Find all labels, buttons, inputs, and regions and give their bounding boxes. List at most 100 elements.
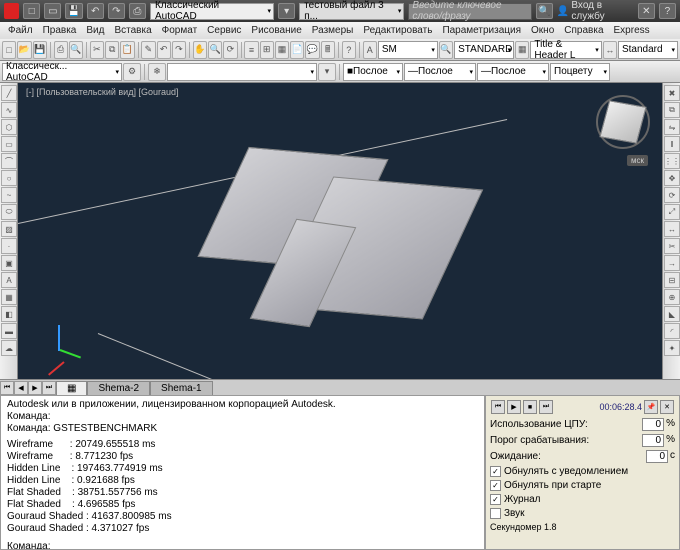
table-icon[interactable]: ▦ bbox=[1, 289, 17, 305]
tab-shema2[interactable]: Shema-2 bbox=[87, 381, 150, 395]
dimstyle-dropdown[interactable]: Standard bbox=[618, 41, 678, 59]
tab-next-icon[interactable]: ▶ bbox=[28, 381, 42, 395]
play-icon[interactable]: ▶ bbox=[507, 400, 521, 414]
tb-find[interactable]: 🔍 bbox=[439, 41, 453, 59]
ellipse-icon[interactable]: ⬭ bbox=[1, 204, 17, 220]
tab-prev-icon[interactable]: ◀ bbox=[14, 381, 28, 395]
color-dropdown[interactable]: ■ Послое bbox=[343, 63, 403, 81]
chk-notify[interactable]: ✓ bbox=[490, 466, 501, 477]
exchange-icon[interactable]: ✕ bbox=[638, 3, 655, 19]
break-icon[interactable]: ⊟ bbox=[664, 272, 680, 288]
tb-help[interactable]: ? bbox=[342, 41, 356, 59]
arc-icon[interactable]: ⌒ bbox=[1, 153, 17, 169]
menu-draw[interactable]: Рисование bbox=[247, 24, 305, 37]
plotstyle-dropdown[interactable]: Поцвету bbox=[550, 63, 610, 81]
tb-match[interactable]: ✎ bbox=[141, 41, 155, 59]
trim-icon[interactable]: ✂ bbox=[664, 238, 680, 254]
menu-modify[interactable]: Редактировать bbox=[359, 24, 436, 37]
point-icon[interactable]: · bbox=[1, 238, 17, 254]
tb-new[interactable]: □ bbox=[2, 41, 16, 59]
line-icon[interactable]: ╱ bbox=[1, 85, 17, 101]
tb-gear-icon[interactable]: ⚙ bbox=[123, 63, 141, 81]
tb-print[interactable]: ⎙ bbox=[54, 41, 68, 59]
tb-table[interactable]: ▦ bbox=[515, 41, 529, 59]
tb-redo2[interactable]: ↷ bbox=[172, 41, 186, 59]
tb-undo2[interactable]: ↶ bbox=[157, 41, 171, 59]
scale-icon[interactable]: ⤢ bbox=[664, 204, 680, 220]
rotate-icon[interactable]: ⟳ bbox=[664, 187, 680, 203]
hatch-icon[interactable]: ▨ bbox=[1, 221, 17, 237]
stop-icon[interactable]: ■ bbox=[523, 400, 537, 414]
close-icon[interactable]: ✕ bbox=[660, 400, 674, 414]
thresh-value[interactable]: 0 bbox=[642, 434, 664, 447]
menu-dimensions[interactable]: Размеры bbox=[308, 24, 358, 37]
tb-tp[interactable]: ▦ bbox=[275, 41, 289, 59]
command-window[interactable]: Autodesk или в приложении, лицензированн… bbox=[0, 395, 485, 550]
tab-shema1[interactable]: Shema-1 bbox=[150, 381, 213, 395]
circle-icon[interactable]: ○ bbox=[1, 170, 17, 186]
viewport-label[interactable]: [-] [Пользовательский вид] [Gouraud] bbox=[26, 87, 178, 97]
viewport[interactable]: [-] [Пользовательский вид] [Gouraud] мск bbox=[18, 83, 662, 379]
style-dropdown[interactable]: STANDARD bbox=[454, 41, 514, 59]
undo-icon[interactable]: ↶ bbox=[87, 3, 104, 19]
tb-preview[interactable]: 🔍 bbox=[69, 41, 83, 59]
search-icon[interactable]: 🔍 bbox=[536, 3, 553, 19]
wipeout-icon[interactable]: ▬ bbox=[1, 323, 17, 339]
chk-reset-start[interactable]: ✓ bbox=[490, 480, 501, 491]
spline-icon[interactable]: ~ bbox=[1, 187, 17, 203]
pin-icon[interactable]: 📌 bbox=[644, 400, 658, 414]
tb-props[interactable]: ≡ bbox=[244, 41, 258, 59]
header-dropdown[interactable]: Title & Header L bbox=[530, 41, 601, 59]
open-icon[interactable]: ▭ bbox=[44, 3, 61, 19]
menu-insert[interactable]: Вставка bbox=[110, 24, 155, 37]
erase-icon[interactable]: ✖ bbox=[664, 85, 680, 101]
tb-open[interactable]: 📂 bbox=[17, 41, 31, 59]
menu-file[interactable]: Файл bbox=[4, 24, 37, 37]
tb-zoom[interactable]: 🔍 bbox=[208, 41, 222, 59]
chk-sound[interactable] bbox=[490, 508, 501, 519]
layer-states[interactable]: ▾ bbox=[318, 63, 336, 81]
sm-dropdown[interactable]: SM bbox=[378, 41, 438, 59]
tab-model[interactable]: ▦ bbox=[56, 381, 87, 395]
wait-value[interactable]: 0 bbox=[646, 450, 668, 463]
block-icon[interactable]: ▣ bbox=[1, 255, 17, 271]
menu-help[interactable]: Справка bbox=[560, 24, 607, 37]
mirror-icon[interactable]: ⇋ bbox=[664, 119, 680, 135]
move-icon[interactable]: ✥ bbox=[664, 170, 680, 186]
layer-dropdown[interactable] bbox=[167, 63, 317, 81]
join-icon[interactable]: ⊕ bbox=[664, 289, 680, 305]
login-link[interactable]: 👤 Вход в службу bbox=[557, 0, 634, 22]
tb-orbit[interactable]: ⟳ bbox=[223, 41, 237, 59]
print-icon[interactable]: ⎙ bbox=[129, 3, 146, 19]
file-dropdown[interactable]: тестовый файл 3 п... bbox=[299, 3, 404, 20]
tb-dc[interactable]: ⊞ bbox=[260, 41, 274, 59]
menu-edit[interactable]: Правка bbox=[39, 24, 81, 37]
explode-icon[interactable]: ✦ bbox=[664, 340, 680, 356]
menu-parametric[interactable]: Параметризация bbox=[438, 24, 525, 37]
new-icon[interactable]: □ bbox=[23, 3, 40, 19]
tb-dim[interactable]: ↔ bbox=[603, 41, 617, 59]
tb-textstyle[interactable]: A bbox=[363, 41, 377, 59]
tb-calc[interactable]: 🖩 bbox=[321, 41, 335, 59]
rewind-icon[interactable]: ⏮ bbox=[491, 400, 505, 414]
menu-window[interactable]: Окно bbox=[527, 24, 558, 37]
text-icon[interactable]: A bbox=[1, 272, 17, 288]
offset-icon[interactable]: ‖ bbox=[664, 136, 680, 152]
tab-first-icon[interactable]: ⏮ bbox=[0, 381, 14, 395]
workspace-combo[interactable]: Классическ... AutoCAD bbox=[2, 63, 122, 81]
lineweight-dropdown[interactable]: — Послое bbox=[477, 63, 549, 81]
options-icon[interactable]: ▾ bbox=[278, 3, 295, 19]
fillet-icon[interactable]: ◜ bbox=[664, 323, 680, 339]
array-icon[interactable]: ⋮⋮ bbox=[664, 153, 680, 169]
workspace-dropdown[interactable]: Классический AutoCAD bbox=[150, 3, 274, 20]
chamfer-icon[interactable]: ◣ bbox=[664, 306, 680, 322]
tb-markup[interactable]: 💬 bbox=[305, 41, 319, 59]
tb-pan[interactable]: ✋ bbox=[193, 41, 207, 59]
forward-icon[interactable]: ⏭ bbox=[539, 400, 553, 414]
region-icon[interactable]: ◧ bbox=[1, 306, 17, 322]
save-icon[interactable]: 💾 bbox=[65, 3, 82, 19]
ucs-badge[interactable]: мск bbox=[627, 155, 648, 166]
menu-format[interactable]: Формат bbox=[158, 24, 202, 37]
linetype-dropdown[interactable]: — Послое bbox=[404, 63, 476, 81]
tb-save[interactable]: 💾 bbox=[33, 41, 47, 59]
